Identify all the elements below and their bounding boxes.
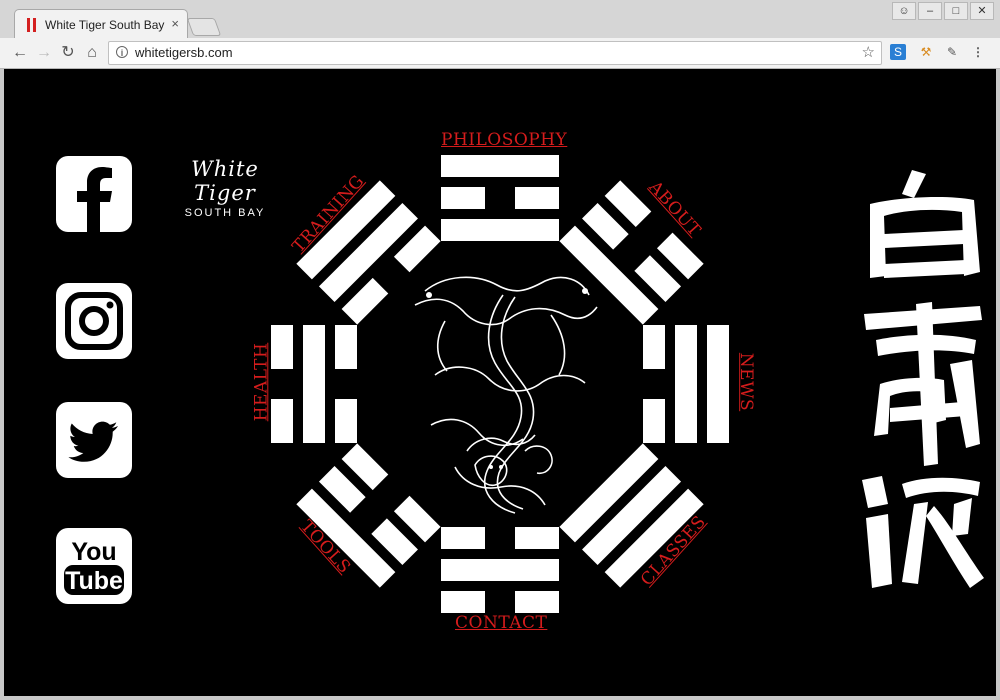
youtube-text-top: You bbox=[71, 538, 116, 566]
forward-button[interactable]: → bbox=[34, 43, 54, 63]
new-tab-button[interactable] bbox=[186, 18, 222, 36]
tab-title: White Tiger South Bay bbox=[45, 18, 165, 32]
back-button[interactable]: ← bbox=[10, 43, 30, 63]
facebook-icon bbox=[77, 167, 112, 232]
facebook-link[interactable] bbox=[56, 156, 132, 232]
instagram-link[interactable] bbox=[56, 283, 132, 359]
site-favicon-icon bbox=[27, 18, 37, 32]
address-bar[interactable]: i whitetigersb.com ☆ bbox=[108, 41, 882, 65]
nav-philosophy-link[interactable]: PHILOSOPHY bbox=[441, 130, 567, 150]
trigram-left bbox=[271, 325, 357, 443]
nav-contact-link[interactable]: CONTACT bbox=[455, 613, 547, 633]
reload-button[interactable]: ↻ bbox=[58, 43, 78, 63]
youtube-icon: You Tube bbox=[64, 538, 124, 595]
calligraphy-icon bbox=[862, 170, 984, 588]
close-window-button[interactable]: ✕ bbox=[970, 2, 994, 20]
instagram-icon bbox=[61, 288, 127, 354]
twitter-link[interactable] bbox=[56, 402, 132, 478]
twitter-icon bbox=[68, 421, 118, 462]
profile-icon[interactable]: ☺ bbox=[892, 2, 916, 20]
trigram-bottom bbox=[441, 527, 559, 613]
browser-titlebar: White Tiger South Bay × ☺ – □ ✕ bbox=[0, 0, 1000, 40]
minimize-button[interactable]: – bbox=[918, 2, 942, 20]
youtube-text-bottom: Tube bbox=[65, 567, 123, 595]
page-content: You Tube White Tiger SOUTH BAY PHILOSOPH… bbox=[4, 69, 996, 696]
extension-tool-icon[interactable]: ⚒ bbox=[918, 44, 934, 60]
trigram-right bbox=[643, 325, 729, 443]
youtube-link[interactable]: You Tube bbox=[56, 528, 132, 604]
bookmark-star-icon[interactable]: ☆ bbox=[862, 43, 875, 61]
nav-health-link[interactable]: HEALTH bbox=[251, 343, 271, 422]
home-button[interactable]: ⌂ bbox=[82, 43, 102, 63]
info-icon[interactable]: i bbox=[116, 46, 128, 58]
nav-news-link[interactable]: NEWS bbox=[736, 353, 756, 411]
dragon-tiger-illustration-icon bbox=[414, 276, 598, 514]
menu-icon[interactable]: ⋮ bbox=[970, 44, 986, 60]
browser-tab[interactable]: White Tiger South Bay × bbox=[14, 9, 188, 40]
browser-toolbar: ← → ↻ ⌂ i whitetigersb.com ☆ S ⚒ ✎ ⋮ bbox=[0, 38, 1000, 69]
url-text[interactable]: whitetigersb.com bbox=[135, 45, 233, 60]
maximize-button[interactable]: □ bbox=[944, 2, 968, 20]
trigram-top bbox=[441, 155, 559, 241]
extension-eyedropper-icon[interactable]: ✎ bbox=[944, 44, 960, 60]
tab-close-icon[interactable]: × bbox=[171, 16, 179, 31]
extension-s-icon[interactable]: S bbox=[890, 44, 906, 60]
